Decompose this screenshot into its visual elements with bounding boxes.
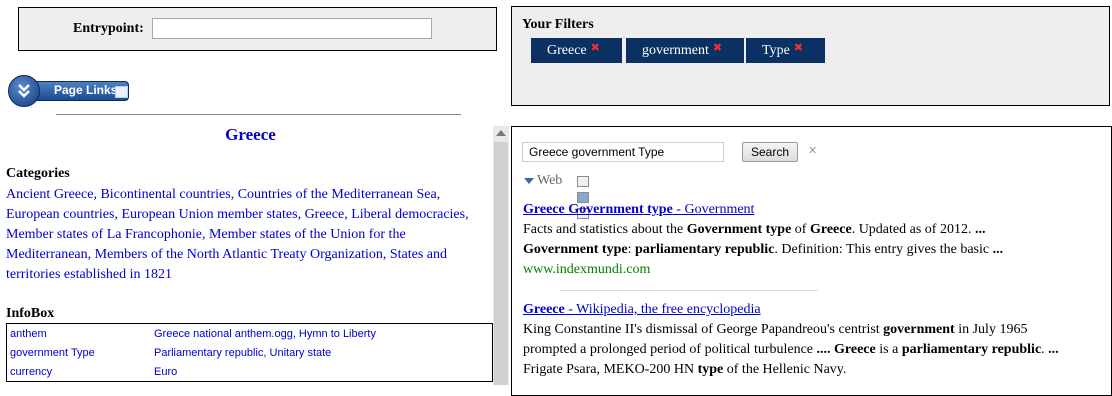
- infobox-value[interactable]: Greece national anthem.ogg, Hymn to Libe…: [151, 324, 493, 344]
- result-divider: [560, 290, 818, 291]
- result-url: www.indexmundi.com: [523, 262, 651, 277]
- result-title-link[interactable]: Greece Government type - Government: [523, 200, 1107, 220]
- infobox-key[interactable]: currency: [7, 362, 152, 382]
- entrypoint-label: Entrypoint:: [73, 21, 144, 36]
- web-label[interactable]: Web: [537, 173, 562, 189]
- close-icon[interactable]: ✖: [794, 41, 803, 54]
- categories-heading: Categories: [6, 166, 70, 181]
- infobox-key[interactable]: anthem: [7, 324, 152, 344]
- infobox-heading: InfoBox: [6, 306, 55, 321]
- single-column-icon[interactable]: [577, 176, 589, 187]
- infobox-row: anthem Greece national anthem.ogg, Hymn t…: [7, 324, 493, 344]
- close-icon[interactable]: ✖: [713, 41, 722, 54]
- scroll-up-icon[interactable]: [496, 130, 506, 136]
- page-icon: [115, 86, 128, 98]
- infobox-table: anthem Greece national anthem.ogg, Hymn t…: [6, 323, 493, 382]
- infobox-value[interactable]: Euro: [151, 362, 493, 382]
- categories-list: Ancient Greece, Bicontinental countries,…: [6, 185, 486, 285]
- search-result: Greece - Wikipedia, the free encyclopedi…: [523, 300, 1107, 380]
- result-snippet: King Constantine II's dismissal of Georg…: [523, 322, 1059, 377]
- entrypoint-input[interactable]: [152, 18, 432, 39]
- filter-chip-government[interactable]: government ✖: [626, 38, 744, 63]
- clear-icon[interactable]: ✕: [808, 144, 817, 157]
- infobox-key[interactable]: government Type: [7, 343, 152, 362]
- vertical-scrollbar[interactable]: [493, 126, 509, 385]
- filter-chip-type[interactable]: Type ✖: [746, 38, 825, 63]
- filters-panel: Your Filters Greece ✖ government ✖ Type ✖: [511, 6, 1110, 106]
- filter-chip-label: Type: [762, 43, 790, 58]
- double-chevron-down-icon: [8, 75, 40, 107]
- scrollbar-thumb[interactable]: [494, 142, 508, 385]
- filter-chip-label: government: [642, 43, 709, 58]
- article-title-link[interactable]: Greece: [225, 125, 276, 144]
- close-icon[interactable]: ✖: [591, 41, 600, 54]
- search-button[interactable]: Search: [742, 142, 798, 162]
- filters-heading: Your Filters: [522, 17, 594, 32]
- infobox-value[interactable]: Parliamentary republic, Unitary state: [151, 343, 493, 362]
- page-links-button[interactable]: Page Links: [8, 75, 129, 107]
- triangle-down-icon[interactable]: [524, 178, 534, 184]
- infobox-row: currency Euro: [7, 362, 493, 382]
- result-title-link[interactable]: Greece - Wikipedia, the free encyclopedi…: [523, 300, 1107, 320]
- entrypoint-panel: Entrypoint:: [18, 7, 497, 51]
- divider: [56, 114, 461, 115]
- search-results-panel: Search ✕ Web Greece Government type - Go…: [511, 126, 1112, 396]
- page-links-label: Page Links: [54, 83, 118, 97]
- categories-links[interactable]: Ancient Greece, Bicontinental countries,…: [6, 187, 469, 282]
- result-snippet: Facts and statistics about the Governmen…: [523, 222, 1004, 257]
- infobox-row: government Type Parliamentary republic, U…: [7, 343, 493, 362]
- page-links-bar: Page Links: [35, 81, 129, 101]
- article-title[interactable]: Greece: [0, 125, 501, 145]
- filter-chip-greece[interactable]: Greece ✖: [531, 38, 622, 63]
- search-input[interactable]: [522, 142, 724, 162]
- search-result: Greece Government type - Government Fact…: [523, 200, 1107, 280]
- filter-chip-label: Greece: [547, 43, 587, 58]
